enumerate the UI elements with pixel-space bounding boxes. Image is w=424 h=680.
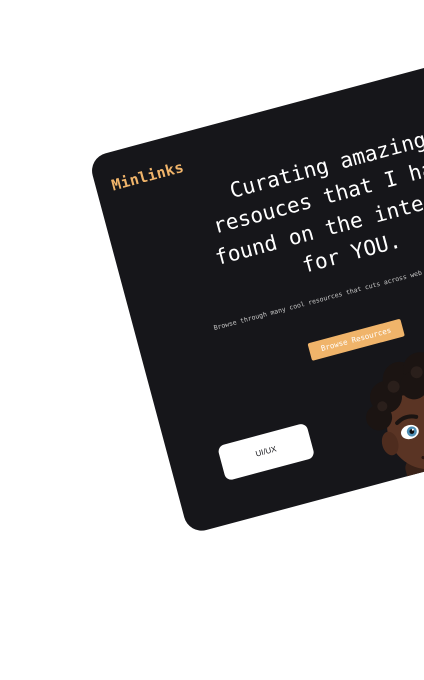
tag-ui-ux[interactable]: UI/UX [217, 422, 316, 482]
logo[interactable]: Minlinks [110, 158, 186, 195]
landing-card: Minlinks Curating amazing resouces that … [88, 46, 424, 535]
avatar-icon [366, 352, 424, 498]
page: Minlinks Curating amazing resouces that … [0, 0, 424, 680]
